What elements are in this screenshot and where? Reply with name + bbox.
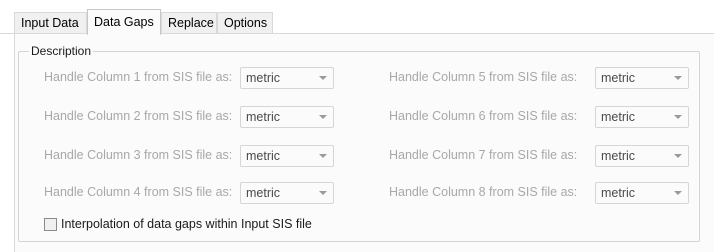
column-5-value: metric [601,71,636,85]
column-7-select[interactable]: metric [595,145,689,167]
column-2-label: Handle Column 2 from SIS file as: [44,109,233,123]
column-8-select[interactable]: metric [595,182,689,204]
column-1-label: Handle Column 1 from SIS file as: [44,70,233,84]
column-1-select[interactable]: metric [240,67,334,89]
column-1-value: metric [246,71,281,85]
column-8-value: metric [601,186,636,200]
group-title: Description [31,44,92,58]
column-5-label: Handle Column 5 from SIS file as: [389,70,578,84]
column-7-value: metric [601,149,636,163]
chevron-down-icon [674,115,682,119]
column-4-value: metric [246,186,281,200]
tab-options[interactable]: Options [217,12,273,33]
column-8-label: Handle Column 8 from SIS file as: [389,185,578,199]
chevron-down-icon [319,76,327,80]
chevron-down-icon [319,154,327,158]
tab-replace[interactable]: Replace [161,12,217,33]
column-4-select[interactable]: metric [240,182,334,204]
interpolation-label[interactable]: Interpolation of data gaps within Input … [61,217,312,231]
column-5-select[interactable]: metric [595,67,689,89]
interpolation-checkbox[interactable] [44,218,57,231]
column-6-value: metric [601,110,636,124]
chevron-down-icon [674,191,682,195]
chevron-down-icon [674,76,682,80]
column-6-select[interactable]: metric [595,106,689,128]
column-3-label: Handle Column 3 from SIS file as: [44,148,233,162]
tab-data-gaps[interactable]: Data Gaps [87,9,161,35]
tab-strip: Input Data Data Gaps Replace Options [0,0,714,35]
chevron-down-icon [674,154,682,158]
tab-input-data[interactable]: Input Data [14,12,87,33]
column-3-select[interactable]: metric [240,145,334,167]
chevron-down-icon [319,191,327,195]
column-2-value: metric [246,110,281,124]
column-4-label: Handle Column 4 from SIS file as: [44,185,233,199]
column-6-label: Handle Column 6 from SIS file as: [389,109,578,123]
chevron-down-icon [319,115,327,119]
column-2-select[interactable]: metric [240,106,334,128]
column-3-value: metric [246,149,281,163]
column-7-label: Handle Column 7 from SIS file as: [389,148,578,162]
